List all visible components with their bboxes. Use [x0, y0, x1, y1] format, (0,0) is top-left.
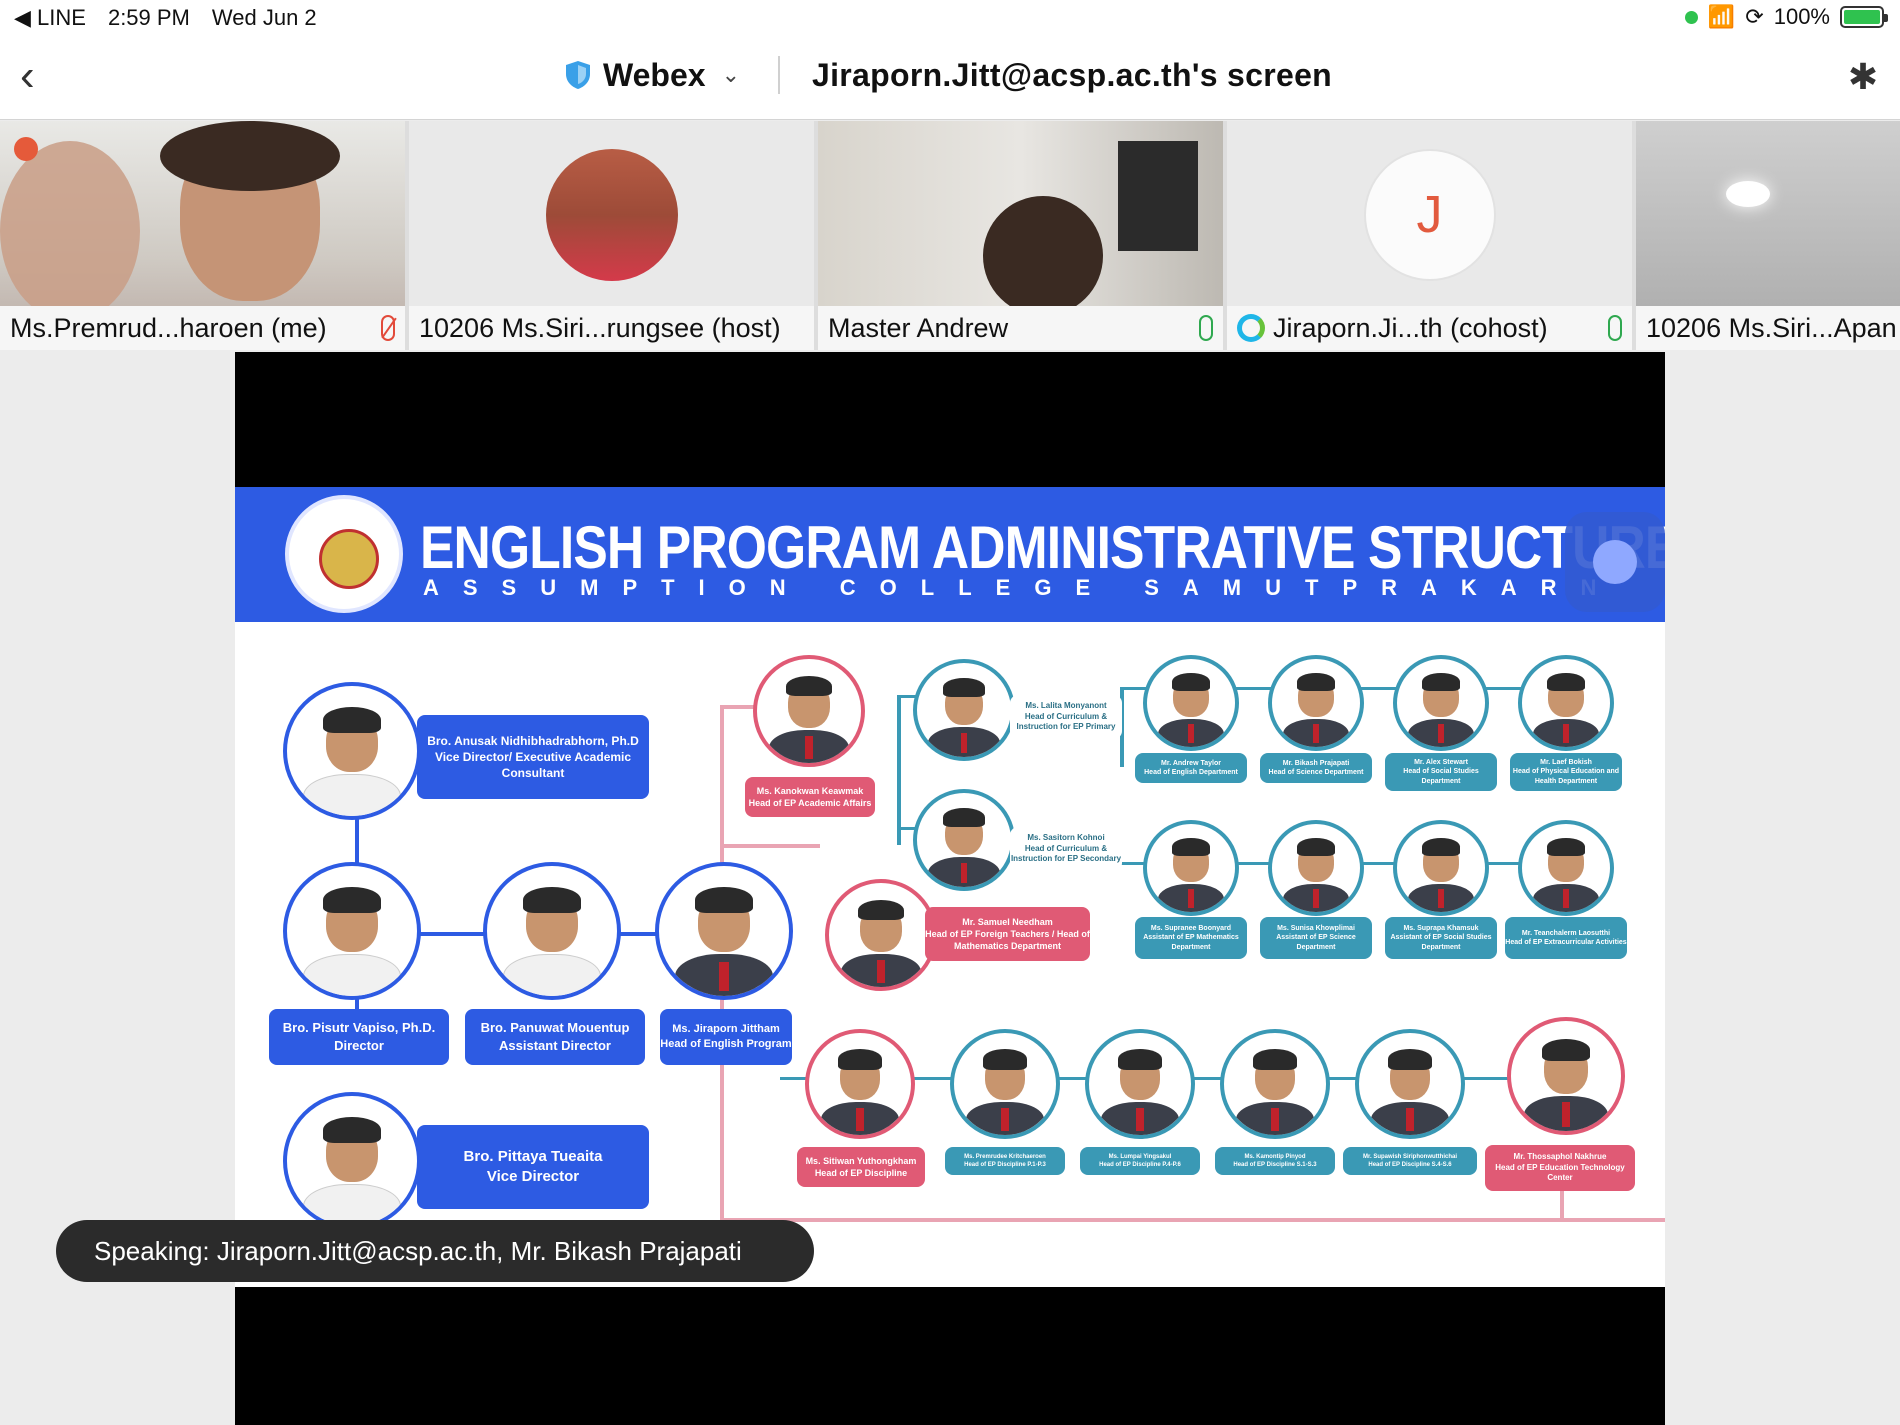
participant-namebar: 10206 Ms.Siri...rungsee (host) — [409, 306, 814, 350]
portrait-anusak — [283, 682, 421, 820]
slide-subtitle: ASSUMPTION COLLEGE SAMUTPRAKARN — [423, 575, 1621, 600]
portrait-jiraporn — [655, 862, 793, 1000]
label-sasitorn: Ms. Sasitorn Kohnoi Head of Curriculum &… — [1010, 827, 1122, 871]
participant-tile[interactable]: Master Andrew — [818, 121, 1223, 350]
connector-line — [897, 695, 901, 845]
mic-muted-icon — [381, 315, 395, 341]
battery-percent: 100% — [1773, 4, 1830, 29]
camera-indicator-icon — [1684, 10, 1698, 24]
video-blur-hand — [0, 141, 140, 321]
participant-tile[interactable]: J Jiraporn.Ji...th (cohost) — [1227, 121, 1632, 350]
connector-line — [720, 1218, 1665, 1222]
orientation-lock-icon: ⟳ — [1745, 4, 1764, 29]
participant-tile[interactable]: 10206 Ms.Siri...Apan — [1636, 121, 1900, 350]
app-name-dropdown[interactable]: Webex — [603, 57, 706, 94]
label-thossaphol: Mr. Thossaphol Nakhrue Head of EP Educat… — [1485, 1145, 1635, 1191]
label-anusak: Bro. Anusak Nidhibhadrabhorn, Ph.D Vice … — [417, 715, 649, 799]
recording-icon — [14, 137, 38, 161]
shared-screen-title: Jiraporn.Jitt@acsp.ac.th's screen — [812, 56, 1333, 93]
nav-divider — [778, 56, 780, 94]
video-face — [983, 196, 1103, 316]
status-bar: ◀ LINE 2:59 PM Wed Jun 2 📶 ⟳ 100% — [0, 0, 1900, 36]
portrait-supranee — [1143, 820, 1239, 916]
label-lalita: Ms. Lalita Monyanont Head of Curriculum … — [1010, 695, 1122, 739]
label-kanokwan: Ms. Kanokwan Keawmak Head of EP Academic… — [745, 777, 875, 817]
status-date: Wed Jun 2 — [211, 5, 317, 30]
status-time: 2:59 PM — [107, 5, 190, 30]
sharing-status-icon — [1237, 314, 1265, 342]
label-premrudee: Ms. Premrudee Kritchaeroen Head of EP Di… — [945, 1147, 1065, 1175]
portrait-pittaya — [283, 1092, 421, 1230]
battery-icon — [1840, 6, 1888, 28]
label-pisutr: Bro. Pisutr Vapiso, Ph.D. Director — [269, 1009, 449, 1065]
portrait-kamontip — [1220, 1029, 1330, 1139]
label-samuel: Mr. Samuel Needham Head of EP Foreign Te… — [925, 907, 1090, 961]
label-sunisa: Ms. Sunisa Khowplimai Assistant of EP Sc… — [1260, 917, 1372, 959]
label-supranee: Ms. Supranee Boonyard Assistant of EP Ma… — [1135, 917, 1247, 959]
participant-namebar: Master Andrew — [818, 306, 1223, 350]
label-lumpai: Ms. Lumpai Yingsakul Head of EP Discipli… — [1080, 1147, 1200, 1175]
label-panuwat: Bro. Panuwat Mouentup Assistant Director — [465, 1009, 645, 1065]
label-supawish: Mr. Supawish Siriphonwutthichai Head of … — [1343, 1147, 1477, 1175]
portrait-suprapa — [1393, 820, 1489, 916]
video-ceiling-light — [1726, 181, 1770, 207]
portrait-sasitorn — [913, 789, 1015, 891]
label-suprapa: Ms. Suprapa Khamsuk Assistant of EP Soci… — [1385, 917, 1497, 959]
school-seal-logo — [285, 495, 403, 613]
label-sitiwan: Ms. Sitiwan Yuthongkham Head of EP Disci… — [797, 1147, 925, 1187]
participant-strip[interactable]: Ms.Premrud...haroen (me) 10206 Ms.Siri..… — [0, 121, 1900, 350]
connector-line — [1560, 1187, 1564, 1222]
portrait-supawish — [1355, 1029, 1465, 1139]
portrait-pisutr — [283, 862, 421, 1000]
participant-tile[interactable]: 10206 Ms.Siri...rungsee (host) — [409, 121, 814, 350]
label-teanchalerm: Mr. Teanchalerm Laosutthi Head of EP Ext… — [1505, 917, 1627, 959]
participant-namebar: 10206 Ms.Siri...Apan — [1636, 306, 1900, 350]
portrait-thossaphol — [1507, 1017, 1625, 1135]
portrait-samuel — [825, 879, 937, 991]
chevron-down-icon[interactable]: ⌄ — [722, 62, 740, 88]
portrait-premrudee — [950, 1029, 1060, 1139]
portrait-laef — [1518, 655, 1614, 751]
avatar: J — [1363, 149, 1496, 281]
label-bikash: Mr. Bikash Prajapati Head of Science Dep… — [1260, 753, 1372, 783]
bluetooth-icon[interactable]: ✱ — [1848, 56, 1878, 98]
label-andrew: Mr. Andrew Taylor Head of English Depart… — [1135, 753, 1247, 783]
label-pittaya: Bro. Pittaya Tueaita Vice Director — [417, 1125, 649, 1209]
video-tv — [1118, 141, 1198, 251]
label-jiraporn: Ms. Jiraporn Jittham Head of English Pro… — [660, 1009, 792, 1065]
portrait-sitiwan — [805, 1029, 915, 1139]
label-kamontip: Ms. Kamontip Pinyod Head of EP Disciplin… — [1215, 1147, 1335, 1175]
portrait-panuwat — [483, 862, 621, 1000]
video-hair — [160, 121, 340, 191]
floating-assistive-button[interactable] — [1565, 512, 1665, 612]
back-chevron-icon[interactable]: ‹ — [20, 54, 35, 98]
participant-namebar: Jiraporn.Ji...th (cohost) — [1227, 306, 1632, 350]
mic-on-icon — [1608, 315, 1622, 341]
portrait-andrew — [1143, 655, 1239, 751]
portrait-lumpai — [1085, 1029, 1195, 1139]
portrait-bikash — [1268, 655, 1364, 751]
connector-line — [720, 844, 820, 848]
portrait-lalita — [913, 659, 1015, 761]
participant-namebar: Ms.Premrud...haroen (me) — [0, 306, 405, 350]
label-alex: Mr. Alex Stewart Head of Social Studies … — [1385, 753, 1497, 791]
slide-banner: ENGLISH PROGRAM ADMINISTRATIVE STRUCTURE… — [235, 487, 1665, 622]
speaking-indicator: Speaking: Jiraporn.Jitt@acsp.ac.th, Mr. … — [56, 1220, 814, 1282]
portrait-teanchalerm — [1518, 820, 1614, 916]
participant-tile[interactable]: Ms.Premrud...haroen (me) — [0, 121, 405, 350]
portrait-alex — [1393, 655, 1489, 751]
back-to-app-link[interactable]: ◀ LINE — [14, 5, 86, 31]
wifi-icon: 📶 — [1707, 4, 1736, 29]
portrait-sunisa — [1268, 820, 1364, 916]
label-laef: Mr. Laef Bokish Head of Physical Educati… — [1510, 753, 1622, 791]
portrait-kanokwan — [753, 655, 865, 767]
avatar — [545, 149, 678, 281]
shield-icon — [566, 61, 590, 89]
org-chart-slide: ENGLISH PROGRAM ADMINISTRATIVE STRUCTURE… — [235, 487, 1665, 1287]
slide-title: ENGLISH PROGRAM ADMINISTRATIVE STRUCTURE… — [420, 514, 1665, 581]
meeting-navbar: ‹ Webex ⌄ Jiraporn.Jitt@acsp.ac.th's scr… — [0, 36, 1900, 120]
mic-on-icon — [1199, 315, 1213, 341]
